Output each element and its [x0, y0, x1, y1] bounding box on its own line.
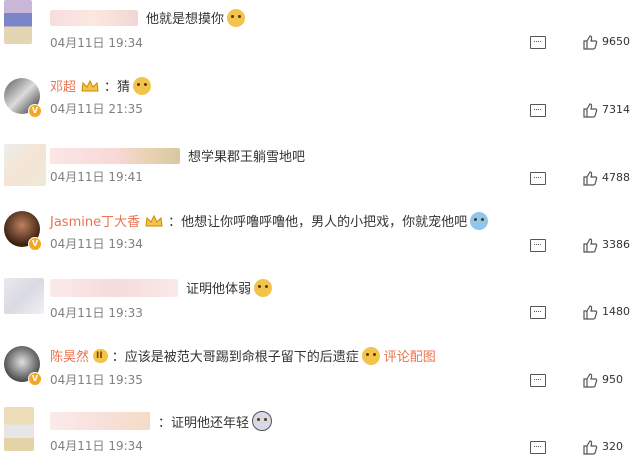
thumbs-up-icon[interactable] [582, 439, 598, 455]
comment-image-link[interactable]: 评论配图 [384, 346, 436, 365]
comment-date: 04月11日 19:34 [50, 36, 143, 50]
doge-emoji-icon [254, 278, 273, 297]
comment-content: ：他想让你呼噜呼噜他，男人的小把戏，你就宠他吧 [168, 215, 468, 230]
comment-date: 04月11日 19:34 [50, 237, 143, 251]
comment-actions: 950 [520, 372, 640, 390]
like-count: 3386 [602, 238, 630, 251]
comment-actions: 1480 [520, 304, 640, 322]
thumbs-up-icon[interactable] [582, 34, 598, 50]
avatar[interactable] [4, 407, 34, 451]
comment-text-line: 邓超 ：猜 [50, 76, 152, 95]
scared-emoji-icon [252, 411, 273, 431]
thumbs-up-icon[interactable] [582, 304, 598, 320]
comment-date: 04月11日 19:35 [50, 373, 143, 387]
thumbs-up-icon[interactable] [582, 102, 598, 118]
comment-text-line: 他就是想摸你 [50, 8, 246, 27]
comment-text-line: ：证明他还年轻 [50, 411, 273, 431]
crown-badge-icon [81, 79, 99, 91]
reply-icon[interactable] [530, 104, 546, 117]
verified-badge-icon: V [28, 372, 42, 386]
avatar[interactable] [4, 144, 46, 186]
reply-icon[interactable] [530, 172, 546, 185]
avatar[interactable] [4, 0, 32, 44]
comment-content: 证明他体弱 [186, 282, 252, 297]
comment-text-line: Jasmine丁大香 ：他想让你呼噜呼噜他，男人的小把戏，你就宠他吧 [50, 211, 489, 230]
comment-text-line: 证明他体弱 [50, 278, 273, 297]
comment-actions: 4788 [520, 170, 640, 188]
thumbs-up-icon[interactable] [582, 237, 598, 253]
comment-actions: 320 [520, 439, 640, 457]
username[interactable]: 陈昊然 [50, 346, 89, 365]
comment-date: 04月11日 21:35 [50, 102, 143, 116]
username-blurred[interactable] [50, 412, 150, 430]
username-blurred[interactable] [50, 278, 178, 297]
comment-content: ：猜 [104, 80, 131, 95]
thumbs-up-icon[interactable] [582, 170, 598, 186]
reply-icon[interactable] [530, 374, 546, 387]
comment-date: 04月11日 19:41 [50, 170, 143, 184]
username-blurred[interactable] [50, 147, 180, 164]
like-count: 950 [602, 373, 623, 386]
comment-actions: 7314 [520, 102, 640, 120]
comment-text-line: 想学果郡王躺雪地吧 [50, 146, 305, 165]
comment-actions: 9650 [520, 34, 640, 52]
reply-icon[interactable] [530, 36, 546, 49]
username[interactable]: 邓超 [50, 76, 76, 95]
thumbs-up-icon[interactable] [582, 372, 598, 388]
comment-content: 想学果郡王躺雪地吧 [188, 150, 306, 165]
username[interactable]: Jasmine丁大香 [50, 211, 140, 230]
comment-text-line: 陈昊然 II ：应该是被范大哥踢到命根子留下的后遗症 评论配图 [50, 346, 436, 365]
doge-emoji-icon [227, 8, 246, 27]
comment-content: 他就是想摸你 [146, 12, 225, 27]
like-count: 7314 [602, 103, 630, 116]
like-count: 9650 [602, 35, 630, 48]
like-count: 1480 [602, 305, 630, 318]
like-count: 320 [602, 440, 623, 453]
verified-badge-icon: V [28, 104, 42, 118]
reply-icon[interactable] [530, 306, 546, 319]
comment-actions: 3386 [520, 237, 640, 255]
reply-icon[interactable] [530, 441, 546, 454]
tear-emoji-icon [470, 211, 489, 230]
member-level-badge: II [93, 348, 108, 363]
comment-content: ：证明他还年轻 [158, 415, 250, 431]
doge-emoji-icon [133, 76, 152, 95]
doge-emoji-icon [361, 346, 380, 365]
crown-badge-icon [145, 214, 163, 226]
username-blurred[interactable] [50, 9, 138, 26]
like-count: 4788 [602, 171, 630, 184]
verified-badge-icon: V [28, 237, 42, 251]
comment-content: ：应该是被范大哥踢到命根子留下的后遗症 [111, 350, 359, 365]
reply-icon[interactable] [530, 239, 546, 252]
comment-date: 04月11日 19:34 [50, 439, 143, 453]
avatar[interactable] [4, 278, 44, 314]
comment-date: 04月11日 19:33 [50, 306, 143, 320]
